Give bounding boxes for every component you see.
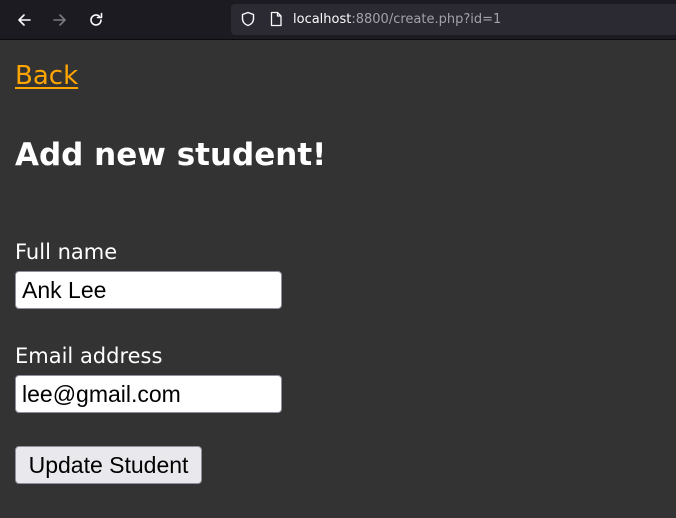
email-input[interactable] [15,375,282,413]
back-nav-button[interactable] [9,5,39,35]
arrow-left-icon [16,12,32,28]
page-title: Add new student! [15,137,327,173]
shield-icon[interactable] [240,11,256,31]
reload-icon [88,12,104,28]
arrow-right-icon [52,12,68,28]
forward-nav-button[interactable] [45,5,75,35]
url-host: localhost [293,12,352,27]
page-icon [268,11,284,31]
full-name-input[interactable] [15,271,282,309]
update-student-button[interactable]: Update Student [15,446,202,484]
url-path: :8800/create.php?id=1 [351,12,502,27]
url-bar[interactable]: localhost:8800/create.php?id=1 [231,4,676,35]
email-label: Email address [15,344,163,368]
back-link[interactable]: Back [15,60,78,92]
page-content: Back Add new student! Full name Email ad… [15,40,676,518]
reload-button[interactable] [81,5,111,35]
url-text[interactable]: localhost:8800/create.php?id=1 [293,11,501,28]
full-name-label: Full name [15,240,118,264]
browser-toolbar: localhost:8800/create.php?id=1 [0,0,676,40]
